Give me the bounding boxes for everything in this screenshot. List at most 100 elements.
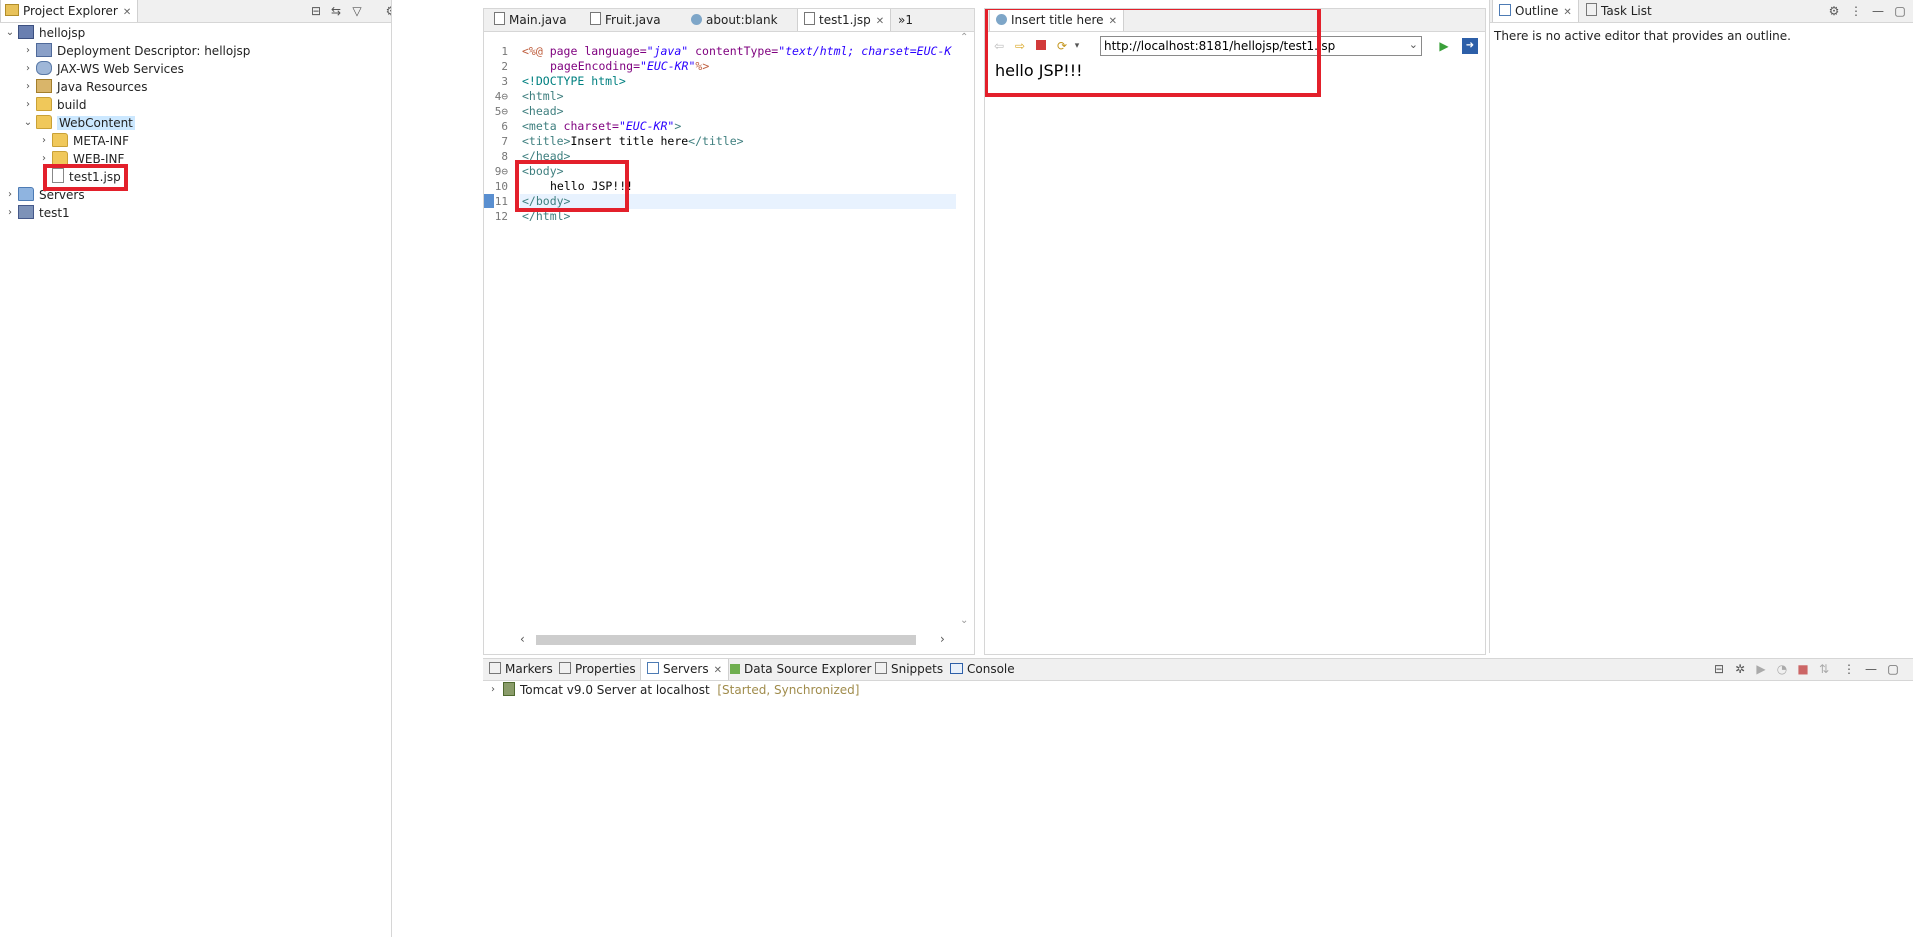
- start-server-icon[interactable]: ▶: [1753, 661, 1769, 677]
- editor-tabbar: Main.java Fruit.java about:blank test1.j…: [484, 9, 974, 32]
- minimize-icon[interactable]: —: [1863, 661, 1879, 677]
- outline-tabbar: Outline ✕ Task List ⚙ ⋮ — ▢: [1490, 0, 1913, 23]
- code-editor[interactable]: 1 2 3 4⊖ 5⊖ 6 7 8 9⊖ 10 11 12 <%@ page l…: [484, 32, 956, 632]
- java-file-icon: [494, 12, 505, 25]
- line-number: 11: [494, 195, 508, 208]
- link-editor-icon[interactable]: ⇆: [328, 3, 344, 19]
- maximize-icon[interactable]: ▢: [1892, 3, 1908, 19]
- tree-item-label: WEB-INF: [73, 152, 125, 166]
- chevron-right-icon[interactable]: ›: [22, 78, 34, 96]
- horizontal-scrollbar[interactable]: ‹ ›: [520, 632, 956, 648]
- globe-icon: [996, 14, 1007, 25]
- collapse-all-icon[interactable]: ⊟: [1711, 661, 1727, 677]
- collapse-all-icon[interactable]: ⊟: [308, 3, 324, 19]
- web-project-icon: [18, 25, 34, 39]
- tab-about-blank[interactable]: about:blank: [685, 9, 784, 31]
- tab-browser[interactable]: Insert title here ✕: [989, 9, 1124, 31]
- maximize-icon[interactable]: ▢: [1885, 661, 1901, 677]
- tab-fruit-java[interactable]: Fruit.java: [584, 9, 667, 31]
- close-icon[interactable]: ✕: [1563, 7, 1571, 18]
- bottom-panel: Markers Properties Servers ✕ Data Source …: [483, 658, 1913, 938]
- tab-project-explorer[interactable]: Project Explorer ✕: [0, 0, 139, 22]
- tab-properties[interactable]: Properties: [555, 659, 640, 680]
- forward-icon[interactable]: ⇨: [1012, 38, 1028, 54]
- chevron-right-icon[interactable]: ›: [487, 681, 499, 699]
- profile-icon[interactable]: ◔: [1774, 661, 1790, 677]
- browser-content: hello JSP!!!: [985, 61, 1485, 651]
- tomcat-server-icon: [503, 682, 515, 696]
- chevron-right-icon[interactable]: ›: [4, 204, 16, 222]
- line-number: 9⊖: [494, 165, 508, 178]
- tab-overflow[interactable]: »1: [894, 9, 917, 31]
- tree-item-label: test1: [39, 206, 70, 220]
- line-number: 3: [501, 75, 508, 88]
- focus-icon[interactable]: ⚙: [1826, 3, 1842, 19]
- code-line-7: <title>Insert title here</title>: [522, 134, 744, 148]
- code-line-12: </html>: [522, 209, 571, 223]
- outline-panel: Outline ✕ Task List ⚙ ⋮ — ▢ There is no a…: [1489, 0, 1913, 653]
- tab-markers[interactable]: Markers: [485, 659, 557, 680]
- refresh-icon[interactable]: ⟳: [1054, 38, 1070, 54]
- deployment-descriptor-icon: [36, 43, 52, 57]
- close-icon[interactable]: ✕: [1109, 16, 1117, 27]
- view-menu-icon[interactable]: ⋮: [1841, 661, 1857, 677]
- back-icon[interactable]: ⇦: [991, 38, 1007, 54]
- scroll-down-icon[interactable]: ⌄: [960, 615, 968, 626]
- scroll-up-icon[interactable]: ⌃: [960, 32, 968, 43]
- focus-icon[interactable]: ⚙: [383, 3, 391, 19]
- tab-label: Main.java: [509, 13, 567, 27]
- tab-snippets[interactable]: Snippets: [871, 659, 947, 680]
- stop-server-icon[interactable]: ■: [1795, 661, 1811, 677]
- project-explorer-tabbar: Project Explorer✕ ⊟ ⇆ ▽ ⋮: [0, 0, 391, 23]
- browser-tabbar: Insert title here ✕: [985, 9, 1485, 32]
- go-icon[interactable]: ▶: [1436, 38, 1452, 54]
- jsp-file-icon: [804, 12, 815, 25]
- filter-icon[interactable]: ▽: [349, 3, 365, 19]
- tab-label: Console: [967, 662, 1015, 676]
- line-number: 1: [501, 45, 508, 58]
- tab-console[interactable]: Console: [946, 659, 1019, 680]
- code-line-9: <body>: [522, 164, 564, 178]
- current-line-highlight: [520, 194, 956, 209]
- outline-message: There is no active editor that provides …: [1494, 29, 1791, 43]
- chevron-down-icon[interactable]: ⌄: [4, 24, 16, 42]
- line-number: 2: [501, 60, 508, 73]
- tab-outline[interactable]: Outline ✕: [1492, 0, 1579, 22]
- tab-task-list[interactable]: Task List: [1580, 0, 1658, 22]
- chevron-right-icon[interactable]: ›: [22, 42, 34, 60]
- scroll-right-icon[interactable]: ›: [940, 632, 945, 646]
- code-line-1: <%@ page language="java" contentType="te…: [522, 44, 952, 58]
- open-external-icon[interactable]: ➜: [1462, 38, 1478, 54]
- chevron-right-icon[interactable]: ›: [4, 186, 16, 204]
- chevron-down-icon[interactable]: ⌄: [22, 114, 34, 132]
- minimize-icon[interactable]: —: [1870, 3, 1886, 19]
- chevron-down-icon[interactable]: ⌄: [1409, 38, 1418, 51]
- chevron-right-icon[interactable]: ›: [22, 96, 34, 114]
- dropdown-icon[interactable]: ▾: [1069, 38, 1085, 54]
- tree-item-label: hellojsp: [39, 26, 86, 40]
- tab-test1-jsp[interactable]: test1.jsp ✕: [797, 9, 892, 31]
- publish-icon[interactable]: ⇅: [1816, 661, 1832, 677]
- close-icon[interactable]: ✕: [714, 665, 722, 676]
- server-status: [Started, Synchronized]: [717, 683, 860, 697]
- url-bar[interactable]: http://localhost:8181/hellojsp/test1.jsp…: [1100, 36, 1422, 56]
- scrollbar-thumb[interactable]: [536, 635, 916, 645]
- scroll-left-icon[interactable]: ‹: [520, 632, 525, 646]
- chevron-right-icon[interactable]: ›: [38, 132, 50, 150]
- debug-icon[interactable]: ✲: [1732, 661, 1748, 677]
- chevron-right-icon[interactable]: ›: [22, 60, 34, 78]
- tab-servers[interactable]: Servers ✕: [640, 659, 729, 680]
- tab-main-java[interactable]: Main.java: [488, 9, 573, 31]
- console-icon: [950, 663, 963, 674]
- view-menu-icon[interactable]: ⋮: [1848, 3, 1864, 19]
- close-icon[interactable]: ✕: [123, 7, 131, 18]
- tab-label: Project Explorer: [23, 4, 118, 18]
- tree-item-label: JAX-WS Web Services: [57, 62, 184, 76]
- tab-data-source-explorer[interactable]: Data Source Explorer: [726, 659, 875, 680]
- chevron-right-icon[interactable]: ›: [38, 150, 50, 168]
- folder-open-icon: [36, 115, 52, 129]
- vertical-scrollbar[interactable]: ⌃ ⌄: [956, 32, 972, 632]
- snippets-icon: [875, 662, 887, 674]
- stop-icon[interactable]: [1033, 38, 1049, 54]
- close-icon[interactable]: ✕: [876, 16, 884, 27]
